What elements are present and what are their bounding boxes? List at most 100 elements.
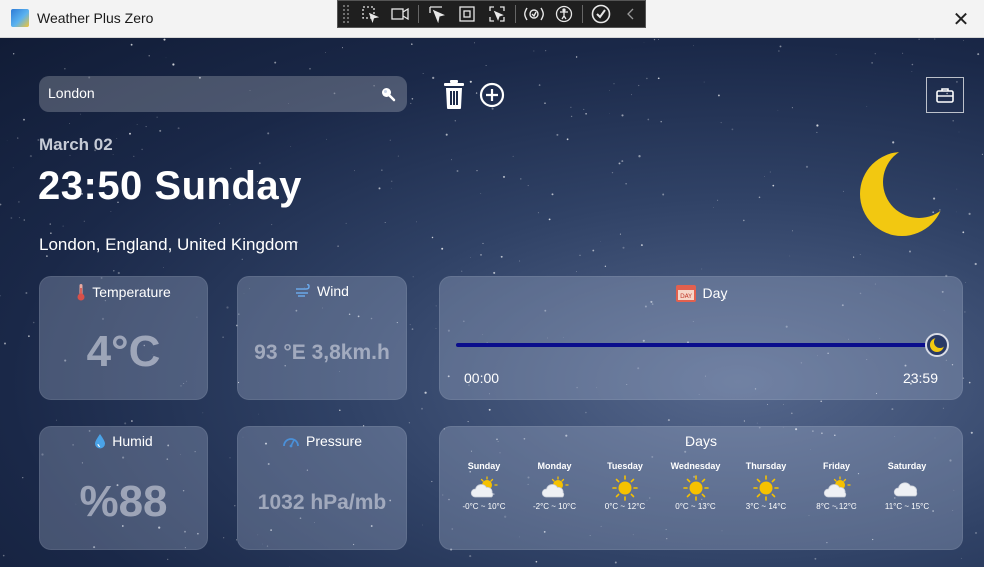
star <box>609 90 611 91</box>
delete-location-button[interactable] <box>441 80 467 114</box>
star <box>657 39 659 40</box>
partly-cloudy-icon <box>454 474 514 502</box>
star <box>172 63 175 66</box>
star <box>23 118 25 121</box>
star <box>309 67 311 70</box>
forecast-day-name: Thursday <box>745 461 787 471</box>
star <box>326 138 327 140</box>
star <box>409 324 411 326</box>
time-day-label: 23:50 Sunday <box>38 164 302 208</box>
star <box>575 56 578 58</box>
weather-main-view: London March 02 23:50 Sunday London, Eng… <box>0 38 984 567</box>
star <box>148 55 150 57</box>
saved-locations-button[interactable] <box>926 77 964 113</box>
toolbar-grip-handle[interactable] <box>342 4 350 24</box>
star <box>408 422 411 424</box>
star <box>431 480 433 483</box>
star <box>758 196 761 199</box>
star <box>621 160 624 163</box>
star <box>570 106 572 108</box>
humidity-label: Humid <box>112 433 153 449</box>
star <box>267 132 270 135</box>
forecast-day-name: Saturday <box>887 461 927 471</box>
star <box>820 400 823 403</box>
days-card-header: Days <box>440 433 962 449</box>
star <box>544 102 546 104</box>
city-search-box[interactable]: London <box>39 76 407 112</box>
briefcase-icon <box>936 88 954 103</box>
day-start-time: 00:00 <box>464 370 500 386</box>
moon-thumb-icon <box>930 338 945 352</box>
thermometer-icon <box>77 284 85 301</box>
star <box>538 84 541 86</box>
star <box>46 255 48 257</box>
star <box>55 419 57 421</box>
star <box>390 180 393 183</box>
search-input[interactable]: London <box>48 85 95 101</box>
star <box>342 47 343 49</box>
star <box>964 311 966 313</box>
star <box>792 230 793 232</box>
forecast-day: Monday -2°C ~ 10°C <box>525 461 585 511</box>
select-element-icon[interactable] <box>355 3 383 25</box>
accessibility-icon[interactable] <box>550 3 578 25</box>
collapse-chevron-icon[interactable] <box>617 3 645 25</box>
star <box>454 120 456 122</box>
star <box>956 211 957 213</box>
check-icon[interactable] <box>587 3 615 25</box>
star <box>667 419 670 422</box>
search-icon[interactable] <box>380 86 396 106</box>
star <box>902 52 904 54</box>
add-location-button[interactable] <box>479 82 505 112</box>
star <box>390 187 392 189</box>
star <box>611 171 614 174</box>
record-icon[interactable] <box>386 3 414 25</box>
temperature-label: Temperature <box>92 284 171 300</box>
star <box>241 258 243 260</box>
star <box>412 276 414 278</box>
star <box>258 413 260 415</box>
day-label: Day <box>702 285 728 301</box>
star <box>643 41 645 43</box>
star <box>613 83 615 85</box>
window-title: Weather Plus Zero <box>37 10 154 26</box>
forecast-temp-range: 0°C ~ 13°C <box>675 502 716 511</box>
forecast-day-name: Wednesday <box>670 461 721 471</box>
star <box>619 233 621 235</box>
star <box>10 217 13 219</box>
star <box>274 61 277 64</box>
star <box>177 127 180 130</box>
star <box>130 43 133 46</box>
star <box>962 231 965 234</box>
star <box>778 50 780 52</box>
forecast-day-name: Tuesday <box>607 461 643 471</box>
star <box>764 176 766 178</box>
star <box>381 169 383 171</box>
partly-cloudy-icon <box>525 474 585 502</box>
star <box>145 126 147 128</box>
forecast-days-row: Sunday -0°C ~ 10°C Monday -2°C ~ 10°C Tuesda… <box>454 461 944 521</box>
star <box>163 38 166 41</box>
star <box>756 422 758 424</box>
star <box>782 403 784 405</box>
star <box>129 132 131 135</box>
star <box>942 407 944 409</box>
day-progress-track[interactable] <box>456 343 942 347</box>
star <box>614 561 617 564</box>
star <box>583 108 585 110</box>
star <box>631 94 632 96</box>
water-drop-icon <box>95 434 106 449</box>
pointer-icon[interactable] <box>423 3 451 25</box>
star <box>493 271 496 274</box>
pressure-label: Pressure <box>305 433 363 449</box>
layout-adorner-icon[interactable] <box>520 3 548 25</box>
star <box>638 84 640 87</box>
track-focus-icon[interactable] <box>483 3 511 25</box>
star <box>226 306 229 309</box>
star <box>432 76 435 80</box>
frame-icon[interactable] <box>453 3 481 25</box>
star <box>502 175 506 178</box>
forecast-temp-range: 3°C ~ 14°C <box>745 502 787 511</box>
close-button[interactable]: ✕ <box>938 0 984 37</box>
day-progress-thumb[interactable] <box>925 333 950 357</box>
